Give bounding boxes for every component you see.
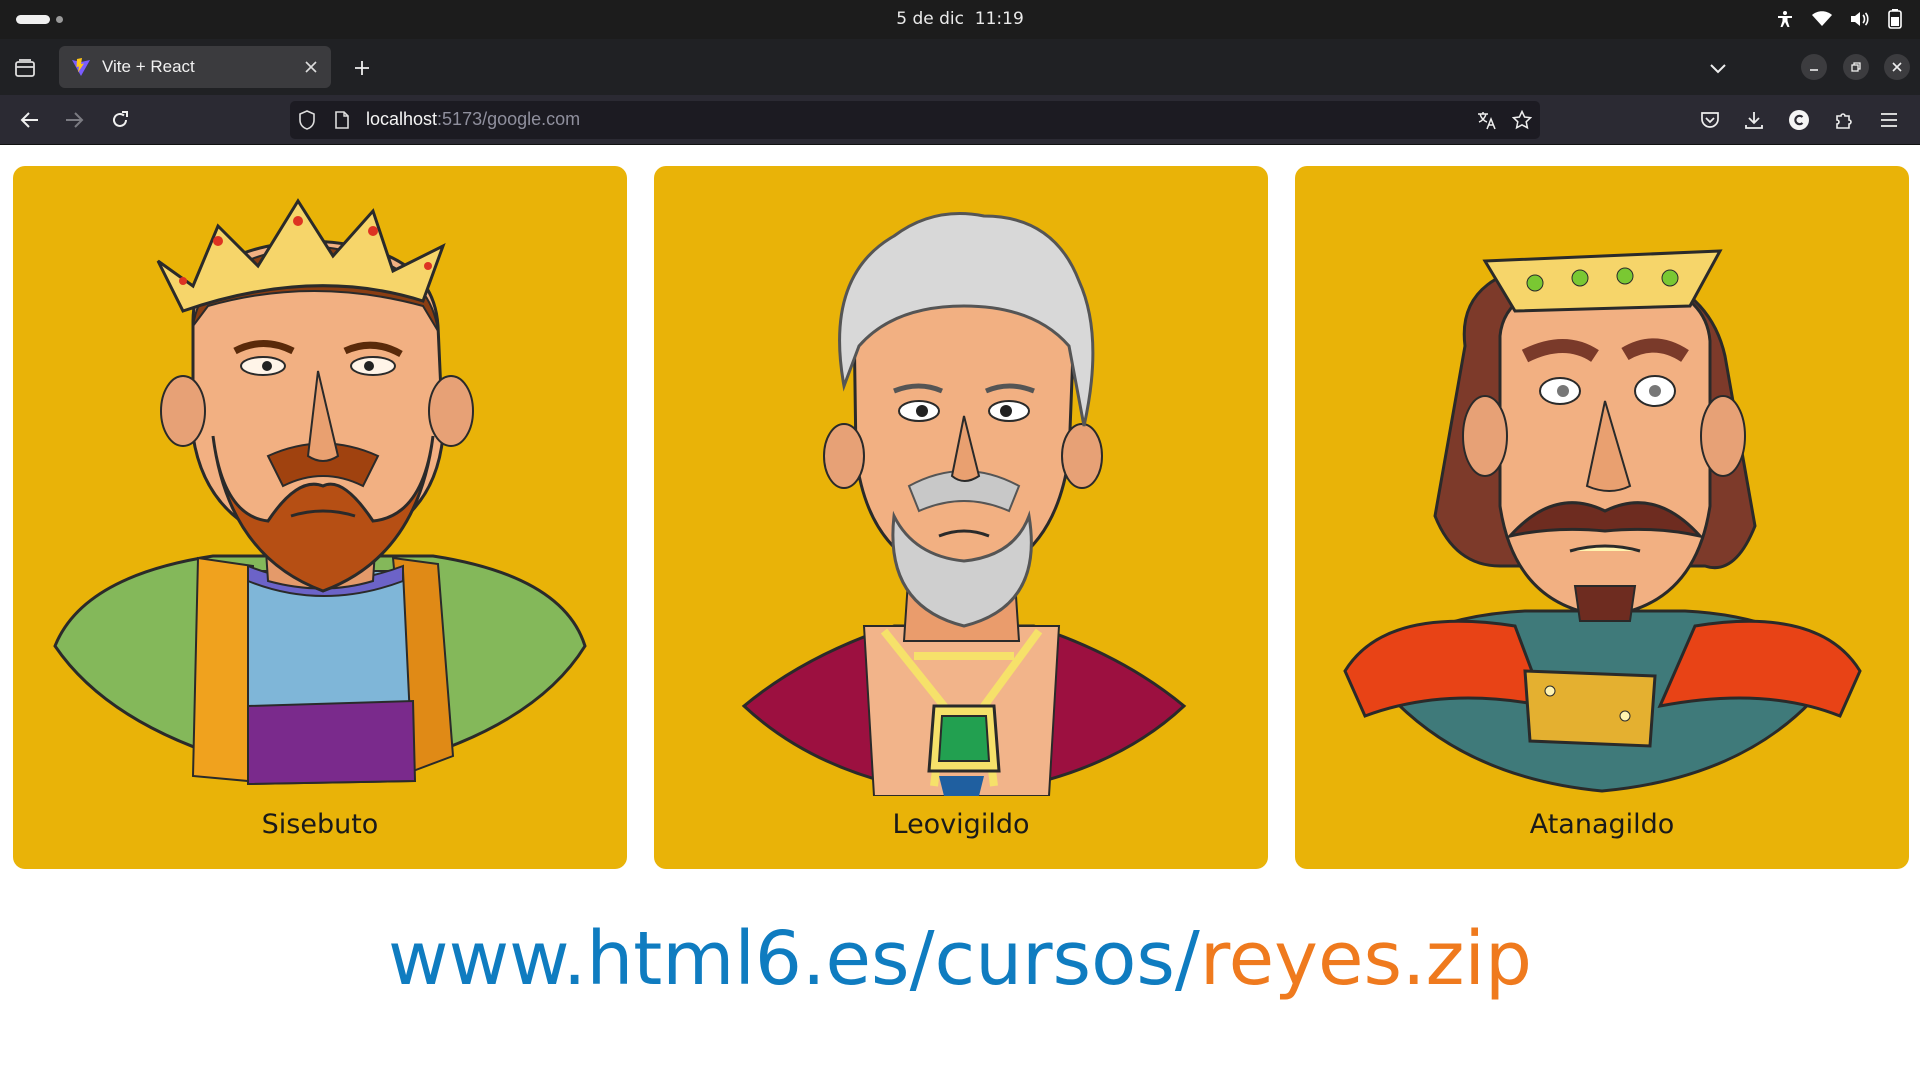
battery-icon[interactable]	[1888, 9, 1902, 29]
king-name: Leovigildo	[892, 809, 1030, 840]
downloads-button[interactable]	[1741, 107, 1767, 133]
king-name: Sisebuto	[261, 809, 379, 840]
king-card[interactable]: Atanagildo	[1295, 166, 1909, 869]
reload-button[interactable]	[107, 107, 133, 133]
download-link[interactable]: www.html6.es/cursos/reyes.zip	[0, 916, 1920, 1002]
browser-nav-bar: localhost:5173/google.com	[0, 95, 1920, 145]
account-button[interactable]	[1786, 107, 1812, 133]
forward-button[interactable]	[61, 107, 87, 133]
clock[interactable]: 5 de dic 11:19	[0, 9, 1920, 29]
accessibility-icon[interactable]	[1776, 10, 1794, 28]
arrow-right-icon	[66, 112, 84, 128]
browser-tab-bar: Vite + React	[0, 39, 1920, 95]
page-content: Sisebuto Leovigildo Atanagildo www.html6…	[0, 146, 1920, 1080]
window-close-button[interactable]	[1884, 54, 1910, 80]
pocket-icon	[1701, 112, 1719, 128]
url-host: localhost	[366, 109, 438, 129]
tab-close-button[interactable]	[301, 57, 321, 77]
translate-icon	[1478, 112, 1496, 130]
vite-logo-icon	[72, 58, 90, 76]
king-card[interactable]: Leovigildo	[654, 166, 1268, 869]
bookmark-button[interactable]	[1512, 110, 1532, 130]
url-text[interactable]: localhost:5173/google.com	[366, 109, 580, 130]
king-name: Atanagildo	[1529, 809, 1675, 840]
plus-icon	[355, 61, 369, 75]
minimize-icon	[1810, 69, 1818, 71]
tab-list-button[interactable]	[12, 55, 38, 81]
url-path: :5173/google.com	[437, 109, 581, 129]
tab-overview-icon	[15, 59, 35, 77]
list-all-tabs-button[interactable]	[1706, 56, 1730, 80]
king-portrait-sisebuto	[53, 198, 587, 786]
activities-indicator[interactable]	[16, 15, 63, 24]
king-portrait-leovigildo	[741, 212, 1187, 796]
star-icon	[1512, 110, 1532, 130]
new-tab-button[interactable]	[350, 56, 374, 80]
workspace-dot-indicator	[56, 16, 63, 23]
clock-date: 5 de dic	[896, 9, 964, 29]
volume-icon[interactable]	[1850, 10, 1870, 28]
clock-time: 11:19	[974, 9, 1024, 29]
app-menu-button[interactable]	[1876, 107, 1902, 133]
card-grid: Sisebuto Leovigildo Atanagildo	[13, 166, 1909, 869]
address-bar[interactable]: localhost:5173/google.com	[290, 101, 1540, 139]
wifi-icon[interactable]	[1812, 10, 1832, 28]
back-button[interactable]	[17, 107, 43, 133]
menu-icon	[1881, 113, 1897, 127]
extensions-button[interactable]	[1831, 107, 1857, 133]
close-icon	[305, 61, 317, 73]
king-portrait-atanagildo	[1343, 249, 1862, 793]
king-card[interactable]: Sisebuto	[13, 166, 627, 869]
arrow-left-icon	[20, 112, 38, 128]
minimize-button[interactable]	[1801, 54, 1827, 80]
tab-title: Vite + React	[102, 57, 195, 76]
tracking-protection-button[interactable]	[297, 110, 317, 130]
site-info-button[interactable]	[332, 110, 352, 130]
system-top-bar: 5 de dic 11:19	[0, 0, 1920, 39]
restore-icon	[1851, 62, 1861, 72]
downloads-icon	[1745, 112, 1763, 129]
chevron-down-icon	[1710, 64, 1726, 74]
pocket-button[interactable]	[1697, 107, 1723, 133]
download-link-base: www.html6.es/cursos/	[388, 916, 1200, 1002]
tab-active[interactable]: Vite + React	[59, 46, 331, 88]
page-icon	[335, 111, 349, 129]
download-link-file: reyes.zip	[1199, 916, 1532, 1002]
shield-icon	[299, 110, 315, 130]
reload-icon	[113, 111, 128, 127]
maximize-button[interactable]	[1843, 54, 1869, 80]
extensions-icon	[1836, 113, 1852, 129]
translate-button[interactable]	[1477, 110, 1497, 130]
system-tray[interactable]	[1776, 9, 1902, 29]
close-icon	[1892, 62, 1902, 72]
account-icon	[1789, 110, 1809, 130]
workspace-active-indicator	[16, 15, 50, 24]
